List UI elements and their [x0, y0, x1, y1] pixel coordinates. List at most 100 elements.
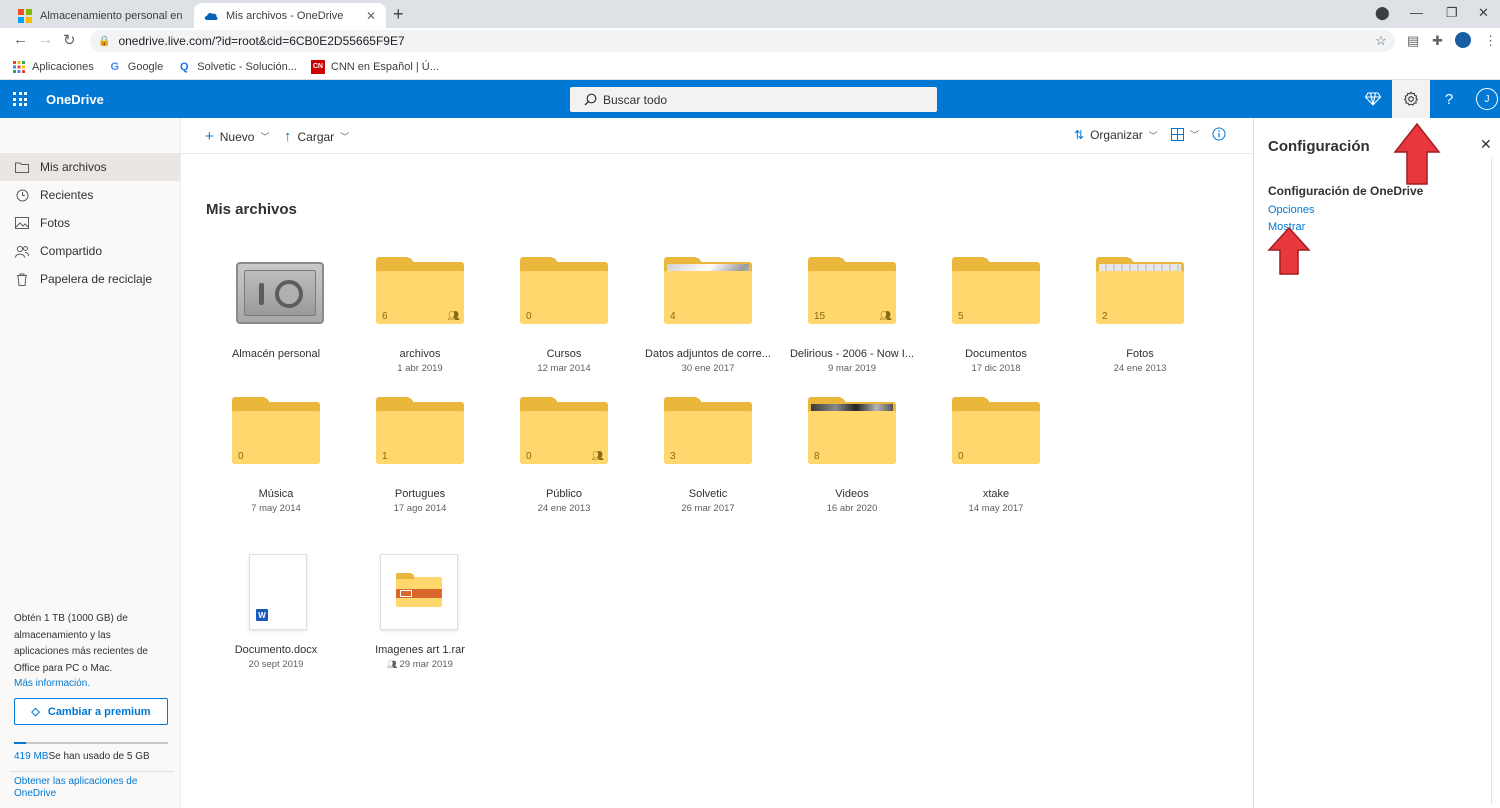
account-button[interactable]: J [1468, 80, 1500, 118]
item-name[interactable]: xtake [926, 488, 1066, 500]
url-text: onedrive.live.com/?id=root&cid=6CB0E2D55… [118, 34, 405, 48]
file-tile[interactable]: Imagenes art 1.rar 👥︎ 29 mar 2019 [350, 554, 490, 688]
browser-profile-avatar[interactable] [1455, 32, 1471, 48]
folder-tile[interactable]: 15 👥︎ Delirious - 2006 - Now I... 9 mar 201… [782, 257, 922, 392]
bookmark-solvetic[interactable]: Q Solvetic - Solución... [177, 60, 297, 74]
nav-item-fotos[interactable]: Fotos [0, 209, 180, 237]
minimize-icon[interactable]: — [1410, 5, 1423, 20]
browser-toolbar: ← → ↻ 🔒 onedrive.live.com/?id=root&cid=6… [0, 28, 1500, 54]
folder-tile[interactable]: 0 Música 7 may 2014 [206, 397, 346, 532]
folder-tile[interactable]: 1 Portugues 17 ago 2014 [350, 397, 490, 532]
folder-tile[interactable]: 3 Solvetic 26 mar 2017 [638, 397, 778, 532]
back-icon[interactable]: ← [13, 31, 28, 48]
item-name[interactable]: Documentos [926, 348, 1066, 360]
reading-list-icon[interactable]: ▤ [1407, 33, 1419, 49]
item-name[interactable]: Fotos [1070, 348, 1210, 360]
new-tab-icon[interactable]: + [393, 4, 404, 25]
more-info-link[interactable]: Más información. [14, 678, 90, 689]
close-tab-icon[interactable]: ✕ [366, 9, 376, 23]
settings-gear-icon[interactable] [1392, 80, 1430, 118]
folder-tile[interactable]: 0 xtake 14 may 2017 [926, 397, 1066, 532]
search-input[interactable]: Buscar todo [570, 87, 937, 112]
options-link[interactable]: Opciones [1268, 204, 1314, 216]
folder-tile[interactable]: 5 Documentos 17 dic 2018 [926, 257, 1066, 392]
page-title: Mis archivos [206, 201, 297, 218]
scrollbar[interactable] [1491, 158, 1493, 803]
bookmark-cnn[interactable]: CN CNN en Español | Ú... [310, 59, 439, 74]
app-launcher-icon[interactable] [13, 92, 27, 106]
folder-icon [14, 162, 30, 173]
item-name[interactable]: Documento.docx [206, 644, 346, 656]
forward-icon[interactable]: → [38, 31, 53, 48]
nav-item-recientes[interactable]: Recientes [0, 181, 180, 209]
premium-diamond-icon[interactable] [1354, 80, 1392, 118]
nav-item-papelera[interactable]: Papelera de reciclaje [0, 265, 180, 293]
restore-icon[interactable]: ❐ [1446, 5, 1458, 21]
item-name[interactable]: Música [206, 488, 346, 500]
profile-menu-icon[interactable]: ⬤ [1375, 5, 1390, 21]
folder-tile[interactable]: 4 Datos adjuntos de corre... 30 ene 2017 [638, 257, 778, 392]
item-name[interactable]: Cursos [494, 348, 634, 360]
bookmark-label: Google [127, 60, 164, 73]
close-window-icon[interactable]: ✕ [1478, 5, 1489, 21]
get-apps-link[interactable]: Obtener las aplicaciones de OneDrive [14, 776, 154, 800]
storage-promo-text: Obtén 1 TB (1000 GB) de almacenamiento y… [14, 613, 148, 674]
browser-menu-icon[interactable]: ⋮ [1484, 33, 1497, 49]
bookmark-aplicaciones[interactable]: Aplicaciones [12, 60, 94, 74]
upload-button[interactable]: ↑ Cargar ﹀ [284, 128, 349, 145]
item-name[interactable]: Público [494, 488, 634, 500]
left-navigation: Mis archivos Recientes Fotos Compartido … [0, 118, 181, 808]
storage-quota-text[interactable]: 419 MBSe han usado de 5 GB [14, 751, 150, 762]
item-name[interactable]: Delirious - 2006 - Now I... [782, 348, 922, 360]
item-name[interactable]: Solvetic [638, 488, 778, 500]
close-icon[interactable]: ✕ [1480, 136, 1492, 153]
item-name[interactable]: Portugues [350, 488, 490, 500]
upgrade-premium-button[interactable]: ◇ Cambiar a premium [14, 698, 168, 725]
annotation-arrow-up [1267, 226, 1311, 275]
nav-item-compartido[interactable]: Compartido [0, 237, 180, 265]
folder-item-count: 6 [382, 311, 388, 322]
folder-icon: 3 [664, 397, 754, 466]
reload-icon[interactable]: ↻ [63, 31, 76, 49]
folder-item-count: 0 [238, 451, 244, 462]
folder-icon: 15 👥︎ [808, 257, 898, 326]
url-bar[interactable]: 🔒 onedrive.live.com/?id=root&cid=6CB0E2D… [90, 30, 1395, 52]
file-tile[interactable]: W Documento.docx 20 sept 2019 [206, 554, 346, 688]
item-modified-date: 24 ene 2013 [1070, 363, 1210, 374]
folder-tile[interactable]: 6 👥︎ archivos 1 abr 2019 [350, 257, 490, 392]
item-name[interactable]: Videos [782, 488, 922, 500]
app-name[interactable]: OneDrive [46, 92, 104, 107]
folder-tile[interactable]: 0 Cursos 12 mar 2014 [494, 257, 634, 392]
command-bar: + Nuevo ﹀ ↑ Cargar ﹀ ⇅ Organizar ﹀ ﹀ [181, 118, 1253, 154]
info-icon [1212, 127, 1226, 141]
bookmark-star-icon[interactable]: ☆ [1375, 33, 1387, 49]
help-icon[interactable]: ? [1430, 80, 1468, 118]
item-name[interactable]: Imagenes art 1.rar [350, 644, 490, 656]
new-button[interactable]: + Nuevo ﹀ [205, 128, 269, 145]
folder-icon: 1 [376, 397, 466, 466]
details-pane-button[interactable] [1212, 127, 1226, 141]
extensions-icon[interactable]: ✚ [1432, 33, 1443, 49]
date-text: 30 ene 2017 [681, 363, 735, 374]
folder-tile[interactable]: 0 👥︎ Público 24 ene 2013 [494, 397, 634, 532]
word-document-icon: W [232, 554, 322, 630]
settings-section-title: Configuración de OneDrive [1268, 184, 1424, 198]
folder-icon: 0 👥︎ [520, 397, 610, 466]
view-options-button[interactable]: ﹀ [1171, 128, 1199, 141]
browser-tab-onedrive[interactable]: Mis archivos - OneDrive ✕ [194, 3, 386, 28]
browser-tab-almacenamiento[interactable]: Almacenamiento personal en la c [8, 3, 194, 28]
folder-tile[interactable]: 2 Fotos 24 ene 2013 [1070, 257, 1210, 392]
settings-title: Configuración [1268, 138, 1370, 155]
date-text: 24 ene 2013 [1113, 363, 1167, 374]
personal-vault-tile[interactable]: Almacén personal [206, 262, 346, 392]
item-name[interactable]: Almacén personal [206, 348, 346, 360]
date-text: 24 ene 2013 [537, 503, 591, 514]
bookmark-google[interactable]: G Google [108, 60, 163, 74]
storage-used: 419 MB [14, 751, 49, 762]
nav-item-mis-archivos[interactable]: Mis archivos [0, 153, 180, 181]
folder-tile[interactable]: 8 Videos 16 abr 2020 [782, 397, 922, 532]
item-name[interactable]: archivos [350, 348, 490, 360]
item-name[interactable]: Datos adjuntos de corre... [638, 348, 778, 360]
sort-button[interactable]: ⇅ Organizar ﹀ [1074, 128, 1158, 142]
date-text: 16 abr 2020 [826, 503, 878, 514]
